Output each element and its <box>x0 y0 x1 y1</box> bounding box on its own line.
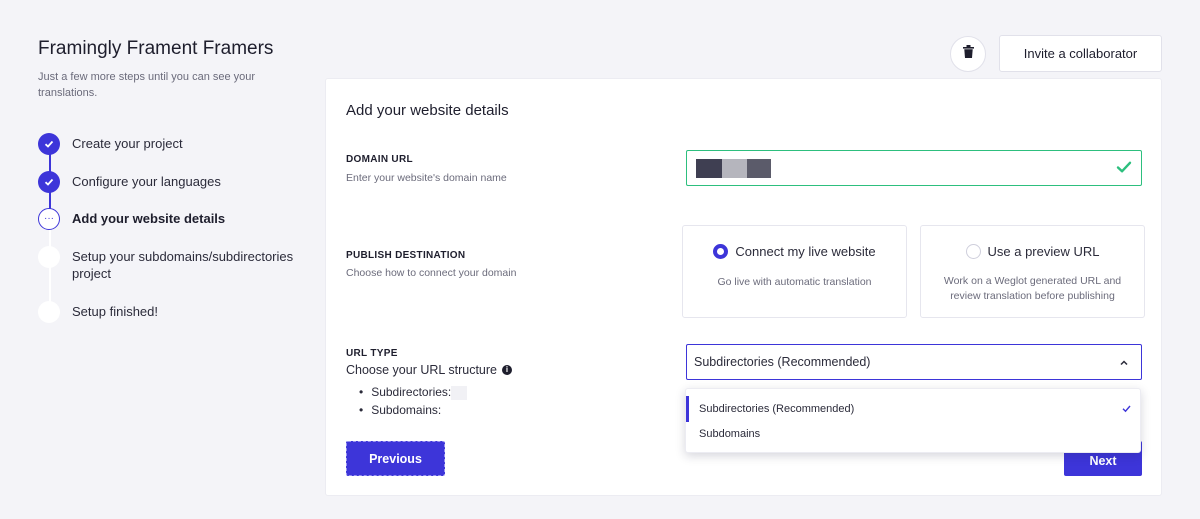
option-label: Connect my live website <box>735 244 876 259</box>
menu-item-subdomains[interactable]: Subdomains <box>686 421 1140 447</box>
step-configure-languages: Configure your languages <box>38 171 221 193</box>
previous-button[interactable]: Previous <box>346 441 445 476</box>
option-description: Go live with automatic translation <box>717 276 872 288</box>
url-type-select[interactable]: Subdirectories (Recommended) <box>686 344 1142 380</box>
step-label: Create your project <box>72 136 183 151</box>
list-item: Subdomains: <box>359 401 467 419</box>
check-icon <box>1121 403 1132 417</box>
url-type-dropdown-menu: Subdirectories (Recommended) Subdomains <box>685 388 1141 453</box>
redacted-text <box>451 385 468 400</box>
delete-project-button[interactable] <box>950 36 986 72</box>
url-type-description-text: Choose your URL structure <box>346 363 497 377</box>
option-connect-live-website[interactable]: Connect my live website Go live with aut… <box>682 225 907 318</box>
step-pending-icon <box>38 301 60 323</box>
invite-collaborator-button[interactable]: Invite a collaborator <box>999 35 1162 72</box>
step-check-icon <box>38 133 60 155</box>
redacted-text <box>722 159 747 178</box>
menu-item-label: Subdomains <box>699 428 761 440</box>
domain-url-label: DOMAIN URL <box>346 154 413 165</box>
url-type-label: URL TYPE <box>346 348 398 359</box>
radio-selected[interactable] <box>713 244 729 259</box>
step-setup-finished: Setup finished! <box>38 301 158 323</box>
radio-unselected[interactable] <box>965 244 981 259</box>
domain-url-input[interactable] <box>686 150 1142 186</box>
step-create-project: Create your project <box>38 133 183 155</box>
publish-destination-description: Choose how to connect your domain <box>346 267 517 279</box>
menu-item-subdirectories[interactable]: Subdirectories (Recommended) <box>686 396 1140 422</box>
step-website-details: ··· Add your website details <box>38 208 225 230</box>
project-subtitle: Just a few more steps until you can see … <box>38 71 256 99</box>
redacted-text <box>747 159 771 178</box>
step-label: Configure your languages <box>72 174 221 189</box>
select-value: Subdirectories (Recommended) <box>694 355 871 369</box>
url-type-description: Choose your URL structure i <box>346 363 512 377</box>
option-label: Use a preview URL <box>987 244 1100 259</box>
domain-url-description: Enter your website's domain name <box>346 172 507 184</box>
option-description: Work on a Weglot generated URL and revie… <box>943 275 1122 302</box>
step-label: Add your website details <box>72 211 226 226</box>
publish-destination-label: PUBLISH DESTINATION <box>346 250 466 261</box>
list-item-text: Subdomains: <box>371 403 442 417</box>
step-pending-icon <box>38 246 60 268</box>
info-icon[interactable]: i <box>502 365 512 375</box>
card-title: Add your website details <box>346 102 509 119</box>
check-icon <box>1116 159 1132 180</box>
option-preview-url[interactable]: Use a preview URL Work on a Weglot gener… <box>920 225 1145 318</box>
redacted-text <box>696 159 722 178</box>
chevron-up-icon <box>1119 357 1129 371</box>
step-setup-subdomains: Setup your subdomains/subdirectories pro… <box>38 246 302 282</box>
step-label: Setup finished! <box>72 304 159 319</box>
step-in-progress-icon: ··· <box>38 208 60 230</box>
trash-icon <box>962 45 974 63</box>
step-label: Setup your subdomains/subdirectories pro… <box>72 249 294 281</box>
list-item: Subdirectories: <box>359 383 468 401</box>
step-check-icon <box>38 171 60 193</box>
url-type-list: Subdirectories: Subdomains: <box>359 383 468 419</box>
menu-item-label: Subdirectories (Recommended) <box>699 403 855 415</box>
list-item-text: Subdirectories: <box>371 385 452 399</box>
project-title: Framingly Frament Framers <box>38 38 274 59</box>
